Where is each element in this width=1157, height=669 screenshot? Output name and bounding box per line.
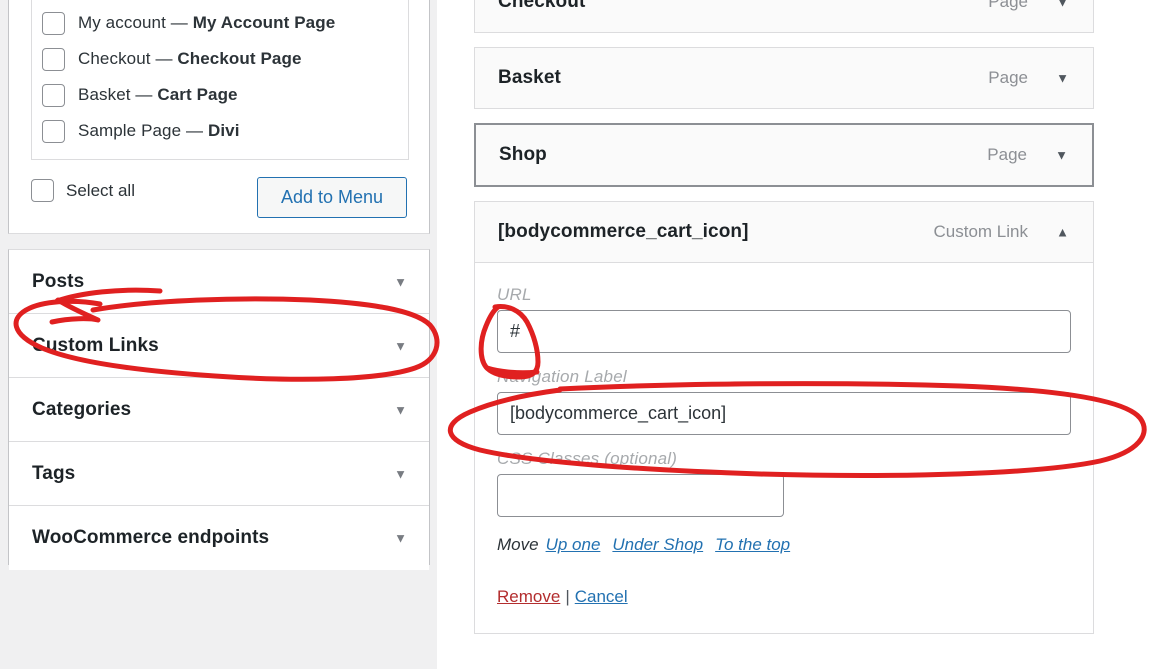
checkbox-checkout[interactable] bbox=[42, 47, 65, 71]
menu-item-title: Basket bbox=[498, 67, 561, 88]
menu-item-title: Checkout bbox=[498, 0, 586, 12]
menu-item-basket[interactable]: Basket Page ▼ bbox=[474, 47, 1094, 109]
checkbox-sample-page[interactable] bbox=[42, 119, 65, 143]
separator: | bbox=[565, 587, 570, 606]
chevron-down-icon[interactable]: ▼ bbox=[394, 467, 407, 480]
url-label: URL bbox=[497, 285, 532, 304]
menu-item-header[interactable]: Basket Page ▼ bbox=[475, 48, 1093, 108]
url-input[interactable] bbox=[497, 310, 1071, 353]
add-pages-panel: My account — My Account Page Checkout — … bbox=[8, 0, 430, 234]
menu-item-shop[interactable]: Shop Page ▼ bbox=[474, 123, 1094, 187]
menu-item-settings: URL Navigation Label CSS Classes (option… bbox=[475, 262, 1093, 633]
menu-structure-column: Checkout Page ▼ Basket Page ▼ Shop Page … bbox=[437, 0, 1157, 669]
menu-item-type: Page bbox=[988, 68, 1028, 87]
page-checklist-label: Sample Page — Divi bbox=[78, 121, 240, 140]
accordion-section-tags[interactable]: Tags ▼ bbox=[9, 442, 429, 506]
chevron-down-icon[interactable]: ▼ bbox=[394, 403, 407, 416]
chevron-down-icon[interactable]: ▼ bbox=[394, 532, 407, 545]
chevron-up-icon[interactable]: ▲ bbox=[1056, 226, 1069, 239]
move-row: Move Up one Under Shop To the top bbox=[497, 535, 1071, 555]
menu-item-bodycommerce-cart-icon[interactable]: [bodycommerce_cart_icon] Custom Link ▲ U… bbox=[474, 201, 1094, 634]
accordion-section-custom-links[interactable]: Custom Links ▼ bbox=[9, 314, 429, 378]
chevron-down-icon[interactable]: ▼ bbox=[394, 339, 407, 352]
css-classes-label: CSS Classes (optional) bbox=[497, 449, 678, 468]
accordion-label: Posts bbox=[32, 270, 85, 292]
move-label: Move bbox=[497, 535, 539, 554]
remove-link[interactable]: Remove bbox=[497, 587, 560, 606]
checkbox-basket[interactable] bbox=[42, 83, 65, 107]
navigation-label-field-group: Navigation Label bbox=[497, 367, 1071, 435]
accordion-label: Custom Links bbox=[32, 334, 159, 356]
accordion-section-posts[interactable]: Posts ▼ bbox=[9, 250, 429, 314]
menu-editor-screen: My account — My Account Page Checkout — … bbox=[0, 0, 1157, 669]
move-under-shop-link[interactable]: Under Shop bbox=[612, 535, 703, 554]
menu-item-list: Checkout Page ▼ Basket Page ▼ Shop Page … bbox=[474, 0, 1094, 648]
menu-item-header[interactable]: Checkout Page ▼ bbox=[475, 0, 1093, 32]
menu-item-title: [bodycommerce_cart_icon] bbox=[498, 221, 749, 242]
navigation-label-label: Navigation Label bbox=[497, 367, 627, 386]
accordion-label: Tags bbox=[32, 462, 76, 484]
select-all-label: Select all bbox=[66, 180, 135, 200]
accordion-section-woocommerce-endpoints[interactable]: WooCommerce endpoints ▼ bbox=[9, 506, 429, 570]
page-checklist-label: Basket — Cart Page bbox=[78, 85, 238, 104]
chevron-down-icon[interactable]: ▼ bbox=[394, 275, 407, 288]
menu-item-checkout[interactable]: Checkout Page ▼ bbox=[474, 0, 1094, 33]
add-menu-items-column: My account — My Account Page Checkout — … bbox=[0, 0, 437, 669]
accordion-section-categories[interactable]: Categories ▼ bbox=[9, 378, 429, 442]
link-type-accordion: Posts ▼ Custom Links ▼ Categories ▼ Tags… bbox=[8, 249, 430, 570]
menu-item-type: Custom Link bbox=[933, 222, 1028, 241]
menu-item-type: Page bbox=[988, 0, 1028, 11]
move-up-one-link[interactable]: Up one bbox=[546, 535, 601, 554]
menu-item-title: Shop bbox=[499, 144, 547, 165]
navigation-label-input[interactable] bbox=[497, 392, 1071, 435]
chevron-down-icon[interactable]: ▼ bbox=[1055, 149, 1068, 162]
accordion-label: WooCommerce endpoints bbox=[32, 527, 270, 548]
cancel-link[interactable]: Cancel bbox=[575, 587, 628, 606]
list-item[interactable]: Sample Page — Divi bbox=[42, 113, 398, 149]
accordion-label: Categories bbox=[32, 398, 132, 420]
action-row: Remove | Cancel bbox=[497, 587, 1071, 607]
select-all-row[interactable]: Select all bbox=[31, 179, 135, 202]
menu-item-type: Page bbox=[987, 145, 1027, 164]
menu-item-header[interactable]: Shop Page ▼ bbox=[476, 125, 1092, 185]
checkbox-my-account[interactable] bbox=[42, 11, 65, 35]
list-item[interactable]: Basket — Cart Page bbox=[42, 77, 398, 113]
page-checklist-label: Checkout — Checkout Page bbox=[78, 49, 302, 68]
move-to-the-top-link[interactable]: To the top bbox=[715, 535, 790, 554]
css-classes-input[interactable] bbox=[497, 474, 784, 517]
url-field-group: URL bbox=[497, 285, 1071, 353]
list-item[interactable]: Checkout — Checkout Page bbox=[42, 41, 398, 77]
menu-item-header[interactable]: [bodycommerce_cart_icon] Custom Link ▲ bbox=[475, 202, 1093, 262]
page-checklist: My account — My Account Page Checkout — … bbox=[31, 0, 409, 160]
add-to-menu-button[interactable]: Add to Menu bbox=[257, 177, 407, 218]
list-item[interactable]: My account — My Account Page bbox=[42, 5, 398, 41]
css-classes-field-group: CSS Classes (optional) bbox=[497, 449, 1071, 517]
chevron-down-icon[interactable]: ▼ bbox=[1056, 72, 1069, 85]
checkbox-select-all[interactable] bbox=[31, 179, 54, 202]
page-checklist-label: My account — My Account Page bbox=[78, 13, 336, 32]
chevron-down-icon[interactable]: ▼ bbox=[1056, 0, 1069, 9]
